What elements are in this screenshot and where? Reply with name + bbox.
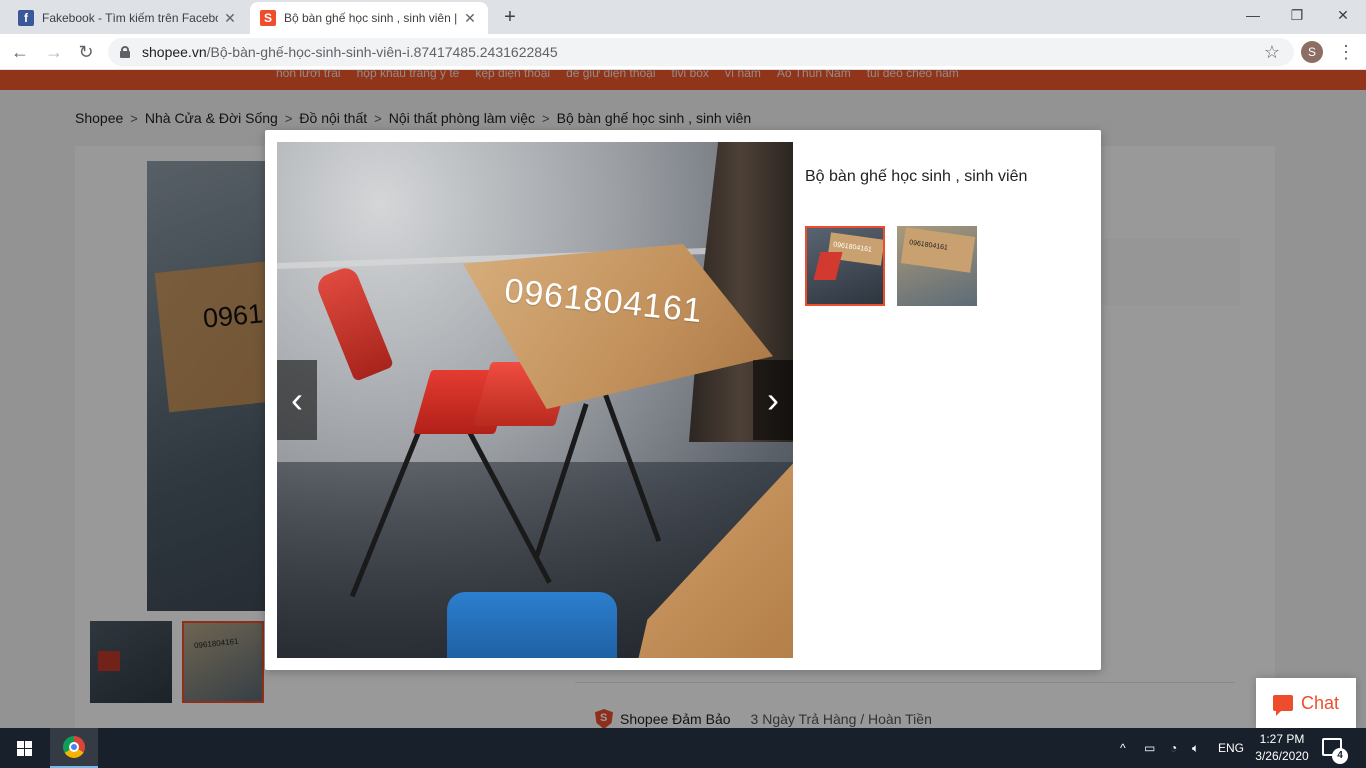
profile-avatar[interactable]: S: [1301, 41, 1323, 63]
tab-title: Bộ bàn ghế học sinh , sinh viên |: [284, 11, 458, 25]
new-tab-button[interactable]: +: [498, 6, 522, 30]
minimize-button[interactable]: —: [1230, 4, 1276, 26]
browser-toolbar: ← → ↻ shopee.vn/Bộ-bàn-ghế-học-sinh-sinh…: [0, 34, 1366, 70]
chat-label: Chat: [1300, 692, 1340, 713]
chat-button[interactable]: Chat: [1256, 678, 1356, 728]
blue-chair: [447, 592, 617, 658]
back-button[interactable]: ←: [8, 40, 32, 64]
bookmark-star-icon[interactable]: ☆: [1264, 42, 1280, 63]
modal-thumbnail[interactable]: 0961804161: [897, 226, 977, 306]
start-button[interactable]: [0, 728, 48, 768]
modal-product-title: Bộ bàn ghế học sinh , sinh viên: [805, 168, 1028, 185]
chair-image: [813, 252, 843, 280]
notification-badge: 4: [1332, 748, 1348, 764]
next-image-button[interactable]: ›: [753, 360, 793, 440]
clock-date: 3/26/2020: [1255, 749, 1309, 763]
show-hidden-icons[interactable]: ^: [1120, 728, 1126, 768]
url-domain: shopee.vn: [142, 44, 207, 60]
tab-title: Fakebook - Tìm kiếm trên Facebo: [42, 11, 218, 25]
wifi-icon[interactable]: ◔: [1170, 728, 1177, 768]
lock-icon: [120, 46, 130, 58]
volume-icon[interactable]: 🔈︎: [1192, 728, 1199, 768]
taskbar-clock[interactable]: 1:27 PM 3/26/2020: [1250, 731, 1314, 765]
restore-button[interactable]: ❐: [1274, 4, 1320, 26]
reload-button[interactable]: ↻: [74, 40, 98, 64]
shopee-page: nón lưỡi trai hộp khẩu trang y tế kẹp đi…: [0, 70, 1366, 728]
clock-time: 1:27 PM: [1259, 732, 1305, 746]
windows-icon: [16, 740, 32, 756]
chair-backrest: [313, 264, 395, 382]
chrome-icon: [63, 736, 85, 758]
close-tab-icon[interactable]: ✕: [462, 10, 478, 27]
previous-image-button[interactable]: ‹: [277, 360, 317, 440]
tab-shopee[interactable]: S Bộ bàn ghế học sinh , sinh viên | ✕: [250, 2, 488, 34]
battery-icon[interactable]: ▭: [1144, 728, 1155, 768]
browser-tab-bar: f Fakebook - Tìm kiếm trên Facebo ✕ S Bộ…: [0, 0, 1366, 34]
windows-taskbar: ^ ▭ ◔ 🔈︎ ENG 1:27 PM 3/26/2020 4: [0, 728, 1366, 768]
tab-facebook[interactable]: f Fakebook - Tìm kiếm trên Facebo ✕: [8, 2, 248, 34]
forward-button[interactable]: →: [42, 40, 66, 64]
chrome-taskbar-button[interactable]: [50, 728, 98, 768]
language-indicator[interactable]: ENG: [1218, 728, 1244, 768]
close-tab-icon[interactable]: ✕: [222, 10, 238, 27]
chat-icon: [1272, 695, 1293, 716]
browser-menu-icon[interactable]: ⋮: [1336, 40, 1356, 64]
close-window-button[interactable]: ✕: [1320, 4, 1366, 26]
image-viewer-modal: 0961804161 ‹ › Bộ bàn ghế học sinh , sin…: [265, 130, 1101, 670]
modal-thumbnail-selected[interactable]: 0961804161: [805, 226, 885, 306]
facebook-icon: f: [18, 10, 34, 26]
address-bar[interactable]: shopee.vn/Bộ-bàn-ghế-học-sinh-sinh-viên-…: [108, 38, 1294, 66]
url-path: /Bộ-bàn-ghế-học-sinh-sinh-viên-i.8741748…: [206, 44, 558, 60]
shopee-icon: S: [260, 10, 276, 26]
modal-main-image: 0961804161 ‹ ›: [277, 142, 793, 658]
